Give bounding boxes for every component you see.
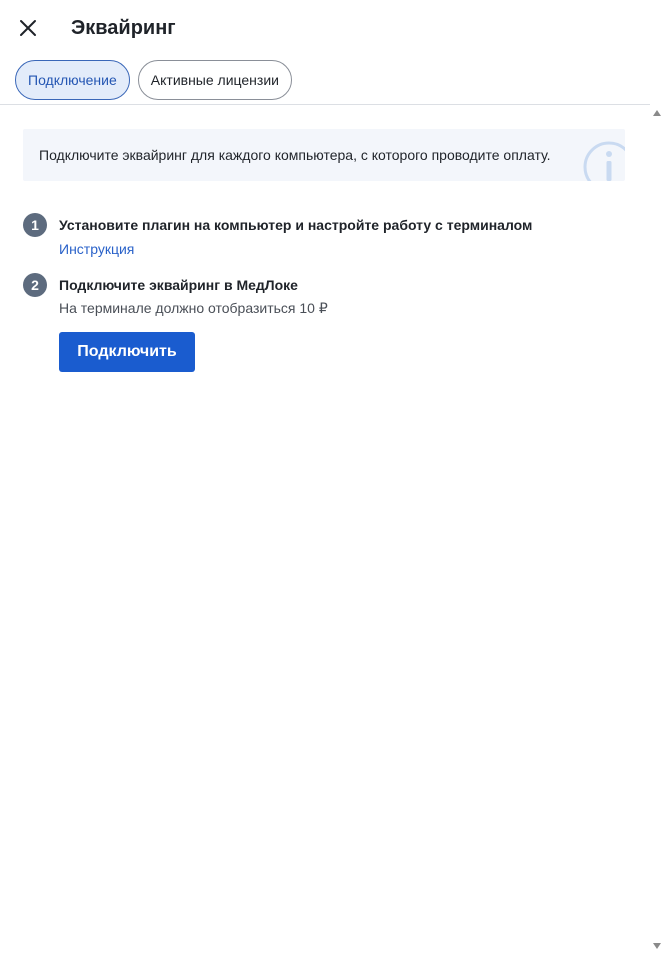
info-text: Подключите эквайринг для каждого компьют…: [39, 147, 551, 163]
info-icon: [583, 141, 625, 181]
step-install-plugin: 1 Установите плагин на компьютер и настр…: [23, 213, 623, 257]
close-button[interactable]: [14, 14, 42, 42]
step-title: Подключите эквайринг в МедЛоке: [59, 277, 298, 293]
step-subtitle: На терминале должно отобразиться 10 ₽: [59, 300, 328, 316]
acquiring-panel: Эквайринг Подключение Активные лицензии …: [0, 0, 664, 953]
step-number-badge: 2: [23, 273, 47, 297]
scroll-down-icon[interactable]: [653, 943, 661, 949]
scrollbar[interactable]: [650, 105, 664, 953]
instruction-link[interactable]: Инструкция: [59, 240, 134, 258]
close-icon: [20, 20, 36, 36]
step-connect-acquiring: 2 Подключите эквайринг в МедЛоке На терм…: [23, 273, 623, 317]
connect-button[interactable]: Подключить: [59, 332, 195, 372]
step-number-badge: 1: [23, 213, 47, 237]
tab-connection[interactable]: Подключение: [15, 60, 130, 100]
step-title: Установите плагин на компьютер и настрой…: [59, 217, 533, 233]
tab-bar: Подключение Активные лицензии: [15, 60, 292, 100]
info-banner: Подключите эквайринг для каждого компьют…: [23, 129, 625, 181]
panel-header: Эквайринг: [0, 0, 664, 56]
header-divider: [0, 104, 650, 105]
scroll-up-icon[interactable]: [653, 110, 661, 116]
tab-active-licenses[interactable]: Активные лицензии: [137, 60, 292, 100]
page-title: Эквайринг: [71, 17, 176, 39]
